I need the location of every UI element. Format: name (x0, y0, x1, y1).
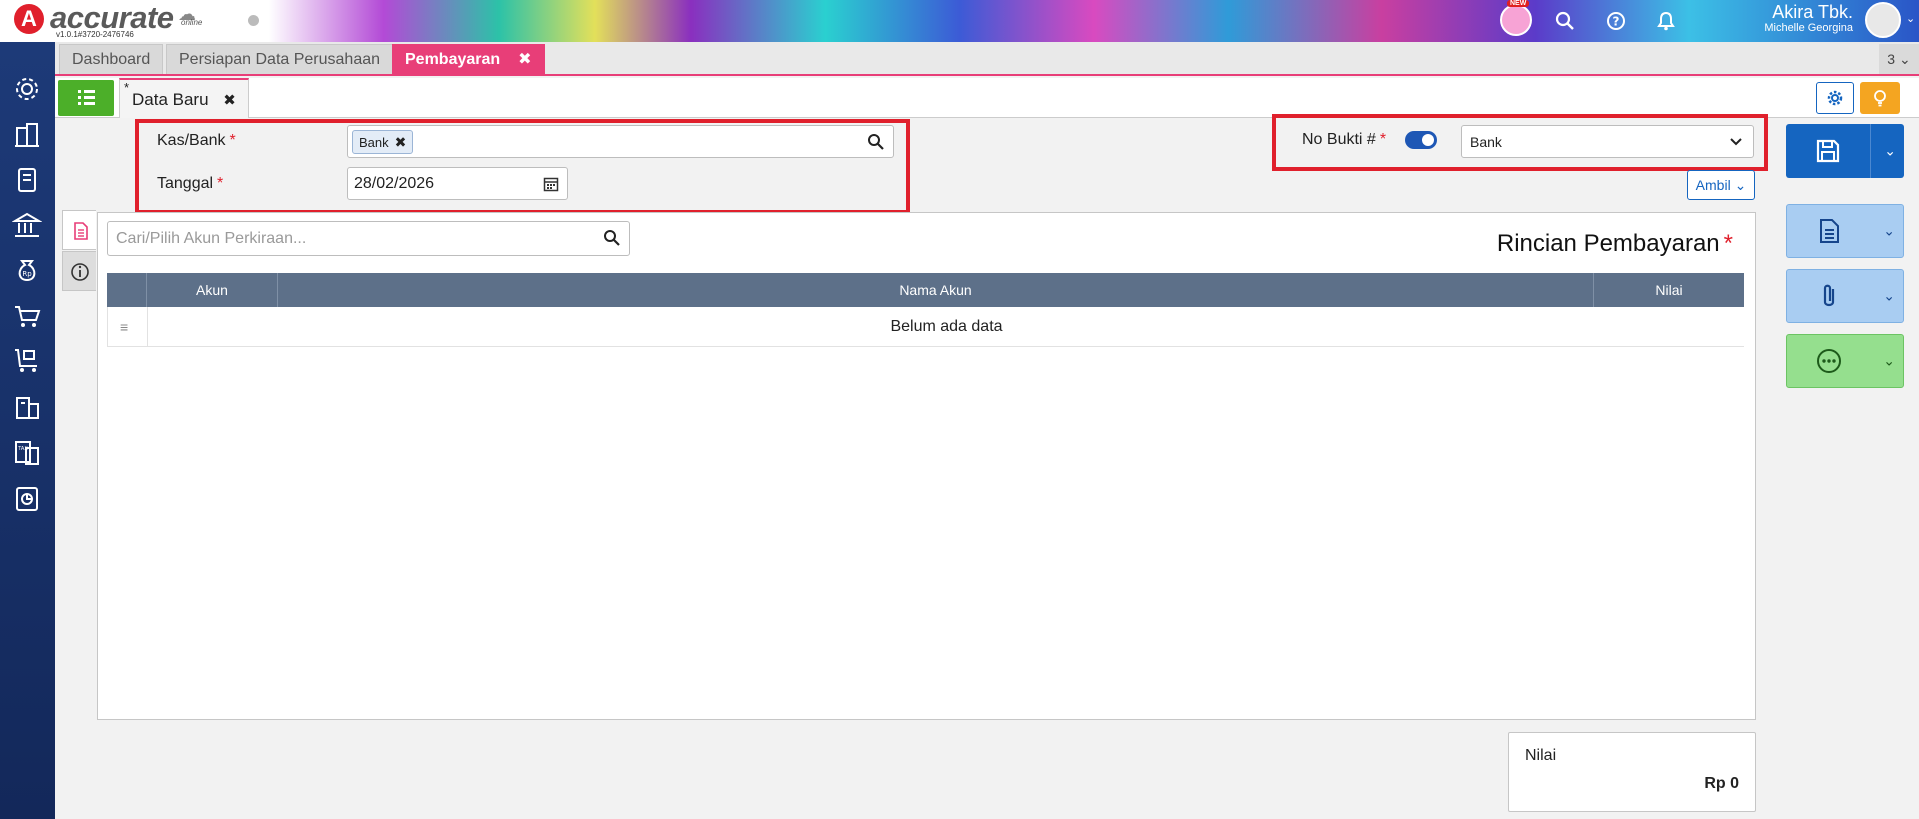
chevron-down-icon[interactable] (1729, 137, 1743, 147)
column-akun[interactable]: Akun (146, 273, 277, 307)
avatar[interactable] (1865, 2, 1901, 38)
status-dot (248, 15, 259, 26)
top-header: A accurate ☁ online v1.0.1#3720-2476746 … (0, 0, 1919, 42)
remove-chip-icon[interactable]: ✖ (395, 134, 407, 150)
total-label: Nilai (1525, 747, 1557, 764)
save-button[interactable]: ⌄ (1786, 124, 1904, 178)
tab-count: 3 (1887, 51, 1896, 67)
tab-data-baru[interactable]: * Data Baru ✖ (119, 78, 249, 118)
table-row: ≡ Belum ada data (107, 307, 1744, 347)
tab-bar: Dashboard Persiapan Data Perusahaan Pemb… (55, 42, 1919, 76)
money-bag-icon[interactable]: Rp (12, 255, 42, 285)
calendar-icon[interactable] (543, 176, 559, 192)
warehouse-icon[interactable] (12, 392, 42, 422)
book-icon[interactable] (12, 165, 42, 195)
chevron-down-icon[interactable]: ⌄ (1906, 12, 1915, 25)
table-body (107, 347, 1744, 709)
tab-label: Dashboard (72, 51, 151, 68)
column-nama-akun[interactable]: Nama Akun (277, 273, 1593, 307)
tab-label: Pembayaran (405, 51, 501, 68)
new-badge: NEW (1507, 0, 1530, 7)
close-icon[interactable]: ✖ (518, 51, 531, 68)
building-icon[interactable] (12, 120, 42, 150)
version-label: v1.0.1#3720-2476746 (56, 30, 134, 39)
paperclip-icon (1823, 284, 1835, 307)
tab-pembayaran[interactable]: Pembayaran ✖ (392, 44, 545, 74)
svg-text:?: ? (1613, 15, 1620, 29)
gear-icon[interactable] (12, 74, 42, 104)
chip-label: Bank (359, 135, 389, 150)
tab-info[interactable] (62, 251, 96, 291)
tips-button[interactable] (1860, 82, 1900, 114)
search-icon[interactable] (1552, 8, 1578, 34)
divider (1870, 124, 1871, 178)
ambil-label: Ambil (1695, 177, 1731, 193)
search-placeholder: Cari/Pilih Akun Perkiraan... (116, 230, 307, 247)
bank-icon[interactable] (11, 210, 43, 240)
chevron-down-icon[interactable]: ⌄ (1883, 288, 1895, 305)
section-title: Rincian Pembayaran * (1496, 230, 1733, 257)
search-icon[interactable] (867, 133, 885, 151)
ambil-button[interactable]: Ambil ⌄ (1687, 170, 1755, 200)
kas-bank-field[interactable]: Bank ✖ (347, 125, 894, 158)
tanggal-value: 28/02/2026 (354, 175, 435, 192)
report-icon[interactable] (12, 484, 42, 514)
tab-dashboard[interactable]: Dashboard (59, 44, 164, 74)
tanggal-field[interactable]: 28/02/2026 (347, 167, 568, 200)
chevron-down-icon[interactable]: ⌄ (1883, 223, 1895, 240)
brand-sub: online (181, 18, 203, 27)
mascot-icon[interactable] (1500, 4, 1532, 36)
tab-detail-document[interactable] (62, 210, 96, 250)
user-subtitle: Michelle Georgina (1764, 22, 1853, 34)
left-sidebar: Rp TAX (0, 42, 55, 819)
auto-number-toggle[interactable] (1405, 131, 1437, 149)
more-icon (1817, 349, 1841, 373)
unsaved-mark: * (124, 80, 130, 95)
total-value: Rp 0 (1704, 775, 1739, 792)
document-icon (1820, 219, 1839, 243)
close-icon[interactable]: ✖ (223, 92, 236, 109)
no-bukti-label: No Bukti # * (1302, 131, 1387, 148)
drag-handle-icon[interactable]: ≡ (120, 319, 128, 335)
tanggal-label: Tanggal * (157, 175, 224, 192)
user-name[interactable]: Akira Tbk. (1772, 2, 1853, 23)
tab-label: Persiapan Data Perusahaan (179, 51, 381, 68)
column-nilai[interactable]: Nilai (1593, 273, 1744, 307)
account-search-input[interactable]: Cari/Pilih Akun Perkiraan... (107, 221, 630, 256)
total-box: Nilai Rp 0 (1508, 732, 1756, 812)
column-handle (107, 273, 146, 307)
svg-text:TAX: TAX (17, 446, 28, 452)
table-header: Akun Nama Akun Nilai (107, 273, 1744, 307)
tab-count-dropdown[interactable]: 3 ⌄ (1879, 44, 1919, 74)
list-view-button[interactable] (58, 80, 114, 116)
cart-icon[interactable] (12, 301, 42, 331)
save-icon (1816, 139, 1840, 163)
no-bukti-value: Bank (1470, 134, 1502, 150)
kas-bank-label: Kas/Bank * (157, 132, 236, 149)
empty-message: Belum ada data (147, 307, 1745, 347)
bell-icon[interactable] (1653, 8, 1679, 34)
more-actions-button[interactable]: ⌄ (1786, 334, 1904, 388)
print-document-button[interactable]: ⌄ (1786, 204, 1904, 258)
chevron-down-icon[interactable]: ⌄ (1883, 353, 1895, 370)
tax-icon[interactable]: TAX (12, 438, 42, 468)
toggle-knob (1422, 134, 1434, 146)
tab-persiapan-data[interactable]: Persiapan Data Perusahaan (166, 44, 394, 74)
chevron-down-icon[interactable]: ⌄ (1884, 143, 1896, 160)
search-icon[interactable] (603, 229, 621, 247)
subtab-label: Data Baru (132, 90, 209, 109)
cart-box-icon[interactable] (12, 346, 42, 376)
sub-tab-bar: * Data Baru ✖ (55, 78, 1919, 118)
attachment-button[interactable]: ⌄ (1786, 269, 1904, 323)
help-icon[interactable]: ? (1603, 8, 1629, 34)
no-bukti-select[interactable]: Bank (1461, 125, 1754, 158)
svg-text:Rp: Rp (22, 270, 32, 278)
kas-bank-chip[interactable]: Bank ✖ (352, 130, 414, 154)
accurate-logo-icon[interactable]: A (14, 4, 44, 34)
settings-button[interactable] (1816, 82, 1854, 114)
